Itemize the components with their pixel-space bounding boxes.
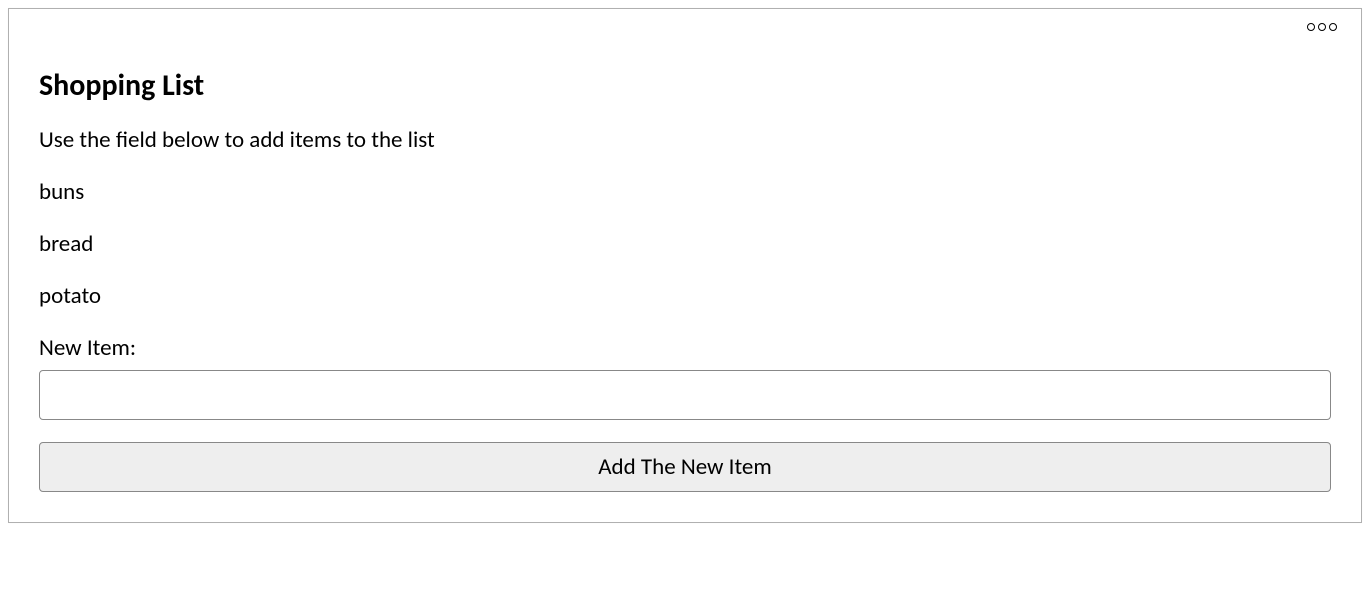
- items-list: buns bread potato: [39, 178, 1331, 310]
- card-title: Shopping List: [39, 67, 1331, 104]
- list-item: potato: [39, 282, 1331, 310]
- more-options-icon[interactable]: [1307, 23, 1337, 31]
- card-subtitle: Use the field below to add items to the …: [39, 126, 1331, 154]
- list-item: bread: [39, 230, 1331, 258]
- add-item-button[interactable]: Add The New Item: [39, 442, 1331, 492]
- new-item-input[interactable]: [39, 370, 1331, 420]
- shopping-list-card: Shopping List Use the field below to add…: [8, 8, 1362, 523]
- list-item: buns: [39, 178, 1331, 206]
- new-item-label: New Item:: [39, 334, 1331, 362]
